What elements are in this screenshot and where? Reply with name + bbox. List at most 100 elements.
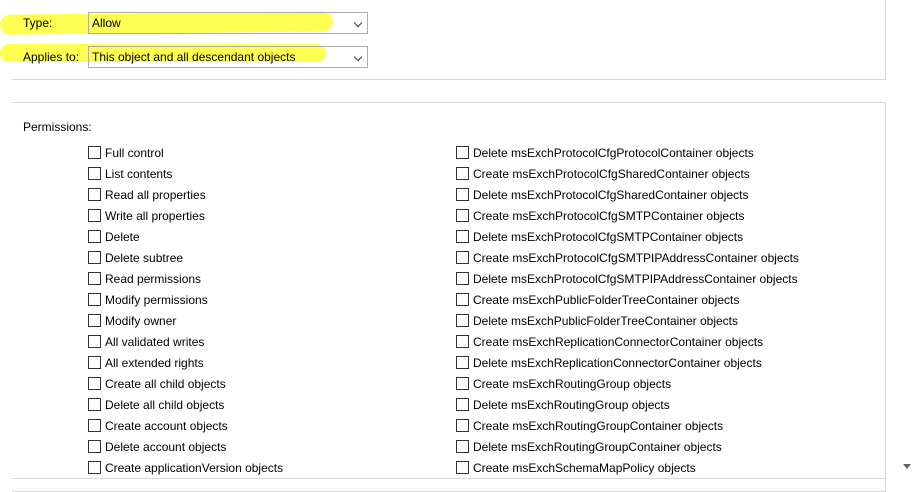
- permission-checkbox[interactable]: [456, 230, 469, 243]
- permission-checkbox[interactable]: [456, 461, 469, 474]
- permission-checkbox[interactable]: [88, 377, 101, 390]
- permission-checkbox[interactable]: [456, 377, 469, 390]
- permission-label: All extended rights: [105, 355, 204, 370]
- permission-row[interactable]: Delete msExchRoutingGroupContainer objec…: [456, 436, 799, 457]
- permissions-left-column: Full control List contents Read all prop…: [88, 142, 283, 478]
- permission-checkbox[interactable]: [88, 419, 101, 432]
- permission-row[interactable]: Create msExchRoutingGroup objects: [456, 373, 799, 394]
- permission-checkbox[interactable]: [88, 461, 101, 474]
- permission-checkbox[interactable]: [88, 293, 101, 306]
- permission-checkbox[interactable]: [456, 272, 469, 285]
- permission-label: Full control: [105, 145, 164, 160]
- permission-checkbox[interactable]: [456, 314, 469, 327]
- scroll-down-arrow-icon[interactable]: [903, 464, 911, 469]
- permission-label: Delete account objects: [105, 439, 227, 454]
- permission-checkbox[interactable]: [456, 251, 469, 264]
- permission-checkbox[interactable]: [88, 272, 101, 285]
- permission-checkbox[interactable]: [456, 356, 469, 369]
- permission-row[interactable]: Create msExchProtocolCfgSMTPIPAddressCon…: [456, 247, 799, 268]
- permission-row[interactable]: All validated writes: [88, 331, 283, 352]
- permission-checkbox[interactable]: [456, 440, 469, 453]
- permissions-bottom-border: [12, 478, 886, 479]
- permission-row[interactable]: Create msExchProtocolCfgSMTPContainer ob…: [456, 205, 799, 226]
- permission-checkbox[interactable]: [88, 230, 101, 243]
- permission-row[interactable]: Delete: [88, 226, 283, 247]
- permission-checkbox[interactable]: [456, 293, 469, 306]
- permission-label: Delete msExchProtocolCfgSMTPContainer ob…: [473, 229, 744, 244]
- permission-checkbox[interactable]: [88, 356, 101, 369]
- permission-row[interactable]: Delete msExchProtocolCfgSMTPIPAddressCon…: [456, 268, 799, 289]
- permission-row[interactable]: Delete msExchRoutingGroup objects: [456, 394, 799, 415]
- permission-row[interactable]: Create all child objects: [88, 373, 283, 394]
- permission-label: Create msExchProtocolCfgSMTPIPAddressCon…: [473, 250, 799, 265]
- applies-to-value: This object and all descendant objects: [92, 50, 296, 64]
- permission-row[interactable]: Create msExchPublicFolderTreeContainer o…: [456, 289, 799, 310]
- permission-row[interactable]: Delete msExchPublicFolderTreeContainer o…: [456, 310, 799, 331]
- vertical-scrollbar[interactable]: [898, 0, 917, 481]
- permission-label: Write all properties: [105, 208, 205, 223]
- permission-checkbox[interactable]: [88, 167, 101, 180]
- permission-checkbox[interactable]: [456, 335, 469, 348]
- permission-label: Delete msExchRoutingGroup objects: [473, 397, 670, 412]
- permission-label: Delete: [105, 229, 140, 244]
- permission-label: Read all properties: [105, 187, 206, 202]
- permission-row[interactable]: Modify owner: [88, 310, 283, 331]
- chevron-down-icon: [353, 18, 363, 28]
- permission-checkbox[interactable]: [88, 398, 101, 411]
- permission-label: Delete msExchRoutingGroupContainer objec…: [473, 439, 722, 454]
- permission-label: Create msExchReplicationConnectorContain…: [473, 334, 764, 349]
- permission-checkbox[interactable]: [88, 314, 101, 327]
- permission-row[interactable]: Delete subtree: [88, 247, 283, 268]
- permissions-title: Permissions:: [23, 120, 92, 134]
- permission-row[interactable]: All extended rights: [88, 352, 283, 373]
- type-combobox[interactable]: Allow: [88, 12, 368, 34]
- permission-row[interactable]: Delete all child objects: [88, 394, 283, 415]
- permission-checkbox[interactable]: [88, 251, 101, 264]
- permission-checkbox[interactable]: [456, 209, 469, 222]
- permission-row[interactable]: Delete msExchReplicationConnectorContain…: [456, 352, 799, 373]
- permission-label: Delete msExchProtocolCfgSMTPIPAddressCon…: [473, 271, 798, 286]
- permission-checkbox[interactable]: [88, 188, 101, 201]
- permission-label: List contents: [105, 166, 173, 181]
- permission-row[interactable]: List contents: [88, 163, 283, 184]
- permission-row[interactable]: Create applicationVersion objects: [88, 457, 283, 478]
- permission-row[interactable]: Delete account objects: [88, 436, 283, 457]
- permission-row[interactable]: Delete msExchProtocolCfgProtocolContaine…: [456, 142, 799, 163]
- permission-checkbox[interactable]: [88, 440, 101, 453]
- permission-checkbox[interactable]: [88, 335, 101, 348]
- permission-row[interactable]: Create msExchRoutingGroupContainer objec…: [456, 415, 799, 436]
- permission-label: Delete msExchProtocolCfgSharedContainer …: [473, 187, 749, 202]
- permission-row[interactable]: Modify permissions: [88, 289, 283, 310]
- permission-checkbox[interactable]: [88, 209, 101, 222]
- permission-label: Create msExchProtocolCfgSMTPContainer ob…: [473, 208, 745, 223]
- permission-label: Create msExchRoutingGroup objects: [473, 376, 672, 391]
- permission-row[interactable]: Read permissions: [88, 268, 283, 289]
- permission-row[interactable]: Delete msExchProtocolCfgSMTPContainer ob…: [456, 226, 799, 247]
- permission-row[interactable]: Create msExchProtocolCfgSharedContainer …: [456, 163, 799, 184]
- permission-row[interactable]: Delete msExchProtocolCfgSharedContainer …: [456, 184, 799, 205]
- type-value: Allow: [92, 16, 121, 30]
- permission-label: Create applicationVersion objects: [105, 460, 284, 475]
- permission-row[interactable]: Read all properties: [88, 184, 283, 205]
- permission-row[interactable]: Full control: [88, 142, 283, 163]
- permission-checkbox[interactable]: [456, 188, 469, 201]
- permission-row[interactable]: Write all properties: [88, 205, 283, 226]
- permission-label: Create account objects: [105, 418, 228, 433]
- permission-label: Create all child objects: [105, 376, 226, 391]
- permission-label: Delete msExchReplicationConnectorContain…: [473, 355, 762, 370]
- permission-checkbox[interactable]: [456, 167, 469, 180]
- permission-checkbox[interactable]: [456, 419, 469, 432]
- permission-checkbox[interactable]: [456, 398, 469, 411]
- permission-label: Create msExchRoutingGroupContainer objec…: [473, 418, 724, 433]
- type-label: Type:: [23, 16, 53, 30]
- permission-checkbox[interactable]: [88, 146, 101, 159]
- permissions-right-column: Delete msExchProtocolCfgProtocolContaine…: [456, 142, 799, 478]
- applies-to-combobox[interactable]: This object and all descendant objects: [88, 46, 368, 68]
- permission-label: Modify permissions: [105, 292, 208, 307]
- permission-row[interactable]: Create msExchSchemaMapPolicy objects: [456, 457, 799, 478]
- permission-checkbox[interactable]: [456, 146, 469, 159]
- permission-label: Delete all child objects: [105, 397, 225, 412]
- permission-row[interactable]: Create account objects: [88, 415, 283, 436]
- permission-label: All validated writes: [105, 334, 205, 349]
- permission-row[interactable]: Create msExchReplicationConnectorContain…: [456, 331, 799, 352]
